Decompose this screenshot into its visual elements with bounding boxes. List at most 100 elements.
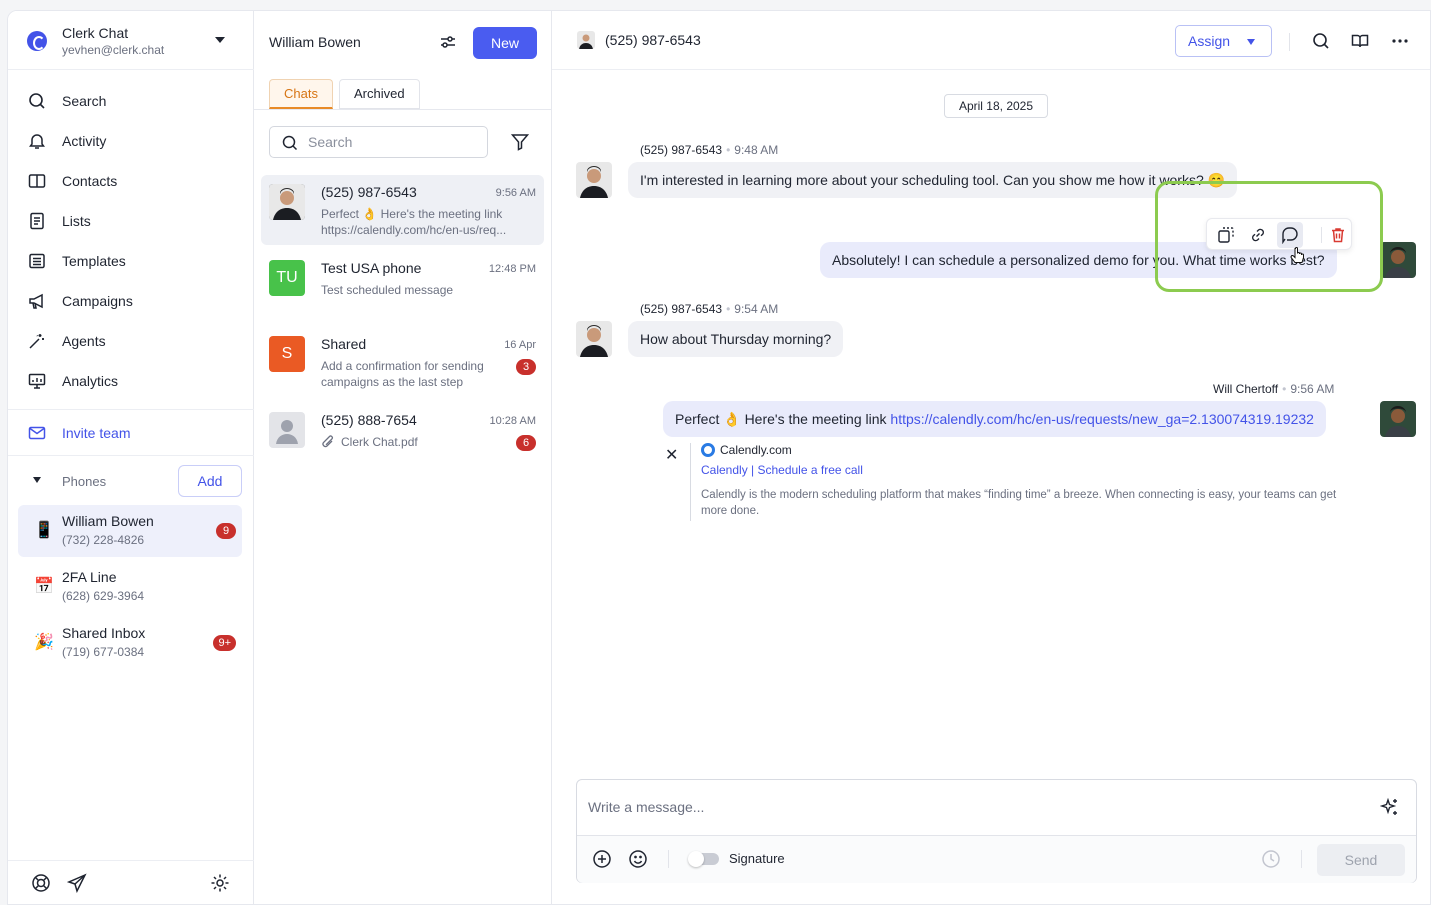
template-icon	[28, 252, 46, 270]
caret-down-icon[interactable]	[215, 37, 225, 43]
add-phone-button[interactable]: Add	[178, 465, 242, 497]
invite-team-link[interactable]: Invite team	[8, 413, 254, 453]
message-time: 9:48 AM	[734, 143, 779, 157]
nav-label: Lists	[62, 213, 91, 229]
search-icon	[28, 92, 46, 110]
new-conversation-button[interactable]: New	[473, 27, 537, 59]
sidebar-divider	[8, 409, 254, 410]
nav-analytics[interactable]: Analytics	[8, 361, 254, 401]
conversation-preview: Test scheduled message	[321, 283, 454, 297]
book-icon[interactable]	[1351, 32, 1369, 50]
unread-badge: 3	[516, 359, 536, 375]
conversation-item[interactable]: TU Test USA phone 12:48 PM Test schedule…	[261, 251, 544, 321]
message-composer: Signature Send	[576, 779, 1417, 883]
pointer-cursor-icon	[1290, 247, 1306, 268]
link-preview: ✕ Calendly.com Calendly | Schedule a fre…	[665, 443, 1370, 523]
preview-title[interactable]: Calendly | Schedule a free call	[701, 463, 863, 477]
default-avatar-icon	[269, 412, 305, 448]
conversation-name: (525) 987-6543	[321, 184, 417, 200]
phones-section-header: Phones Add	[8, 465, 254, 497]
composer-toolbar: Signature Send	[577, 836, 1416, 883]
contact-avatar: S	[269, 336, 305, 372]
sender-name: (525) 987-6543	[640, 302, 723, 316]
agent-avatar	[1380, 242, 1416, 278]
nav-activity[interactable]: Activity	[8, 121, 254, 161]
sender-name: (525) 987-6543	[640, 143, 723, 157]
message-time: 9:56 AM	[1290, 382, 1335, 396]
conversation-item[interactable]: (525) 888-7654 10:28 AM Clerk Chat.pdf 6	[261, 403, 544, 473]
site-favicon-icon	[701, 443, 715, 457]
signature-label: Signature	[729, 851, 785, 866]
contact-avatar	[577, 31, 595, 49]
phone-item-shared-inbox[interactable]: 🎉 Shared Inbox (719) 677-0384 9+	[18, 617, 242, 669]
attachment-name: Clerk Chat.pdf	[341, 435, 418, 449]
filter-icon[interactable]	[510, 133, 530, 151]
phone-name: William Bowen	[62, 513, 154, 529]
tab-chats[interactable]: Chats	[269, 79, 333, 109]
conversation-preview: Clerk Chat.pdf	[321, 434, 521, 450]
mobile-phone-icon: 📱	[34, 522, 54, 539]
emoji-icon[interactable]	[628, 849, 648, 869]
search-icon[interactable]	[1312, 32, 1330, 50]
phone-number: (719) 677-0384	[62, 645, 145, 659]
conversation-preview: Add a confirmation for sending campaigns…	[321, 359, 484, 389]
list-icon	[28, 212, 46, 230]
workspace-name: Clerk Chat	[62, 25, 129, 41]
nav-agents[interactable]: Agents	[8, 321, 254, 361]
tab-archived[interactable]: Archived	[338, 79, 420, 109]
nav-label: Agents	[62, 333, 106, 349]
message-input[interactable]	[588, 796, 1348, 818]
preview-site: Calendly.com	[701, 443, 792, 457]
bell-icon	[28, 132, 46, 150]
send-button[interactable]: Send	[1317, 844, 1405, 876]
nav-label: Campaigns	[62, 293, 133, 309]
conversation-time: 10:28 AM	[489, 415, 536, 427]
conversation-time: 9:56 AM	[495, 187, 536, 199]
search-box	[269, 126, 488, 158]
support-icon[interactable]	[31, 873, 51, 893]
conversation-preview: Perfect 👌 Here's the meeting link https:…	[321, 207, 507, 237]
caret-down-icon[interactable]	[33, 477, 41, 483]
contact-avatar	[576, 321, 612, 357]
search-input[interactable]	[308, 132, 478, 152]
list-tabs: Chats Archived	[269, 79, 426, 109]
conversation-list-panel: William Bowen New Chats Archived (525) 9…	[254, 11, 552, 904]
conversation-item[interactable]: (525) 987-6543 9:56 AM Perfect 👌 Here's …	[261, 175, 544, 245]
conversation-time: 12:48 PM	[488, 263, 536, 275]
focus-highlight	[1155, 181, 1383, 292]
unread-badge: 9+	[213, 635, 236, 651]
signature-toggle[interactable]	[688, 851, 719, 867]
nav-contacts[interactable]: Contacts	[8, 161, 254, 201]
contact-avatar: TU	[269, 260, 305, 296]
assign-button[interactable]: Assign	[1175, 25, 1272, 57]
nav-label: Templates	[62, 253, 126, 269]
message-meta: Will Chertoff • 9:56 AM	[1213, 382, 1335, 396]
nav-campaigns[interactable]: Campaigns	[8, 281, 254, 321]
schedule-clock-icon[interactable]	[1261, 849, 1281, 869]
sidebar: Clerk Chat yevhen@clerk.chat Search Acti…	[8, 11, 254, 904]
send-icon[interactable]	[66, 873, 87, 894]
message-text: Perfect 👌 Here's the meeting link	[675, 411, 891, 427]
workspace-switcher[interactable]: Clerk Chat yevhen@clerk.chat	[8, 11, 254, 70]
message-time: 9:54 AM	[734, 302, 779, 316]
date-separator: April 18, 2025	[944, 94, 1048, 118]
phone-item-2fa-line[interactable]: 📅 2FA Line (628) 629-3964	[18, 561, 242, 613]
close-icon[interactable]: ✕	[665, 445, 678, 465]
phone-item-william-bowen[interactable]: 📱 William Bowen (732) 228-4826 9	[18, 505, 242, 557]
nav-search[interactable]: Search	[8, 81, 254, 121]
calendar-icon: 📅	[34, 578, 54, 595]
conversation-item[interactable]: S Shared 16 Apr Add a confirmation for s…	[261, 327, 544, 397]
nav-lists[interactable]: Lists	[8, 201, 254, 241]
message-link[interactable]: https://calendly.com/hc/en-us/requests/n…	[890, 411, 1314, 427]
ai-sparkle-icon[interactable]	[1379, 797, 1400, 820]
sliders-icon[interactable]	[439, 33, 457, 51]
sidebar-divider	[8, 455, 254, 456]
nav-templates[interactable]: Templates	[8, 241, 254, 281]
gear-icon[interactable]	[210, 873, 230, 893]
conversation-time: 16 Apr	[504, 339, 536, 351]
paperclip-icon	[321, 435, 335, 453]
more-icon[interactable]	[1391, 32, 1409, 50]
list-title: William Bowen	[269, 34, 361, 50]
nav-label: Activity	[62, 133, 107, 149]
add-icon[interactable]	[592, 849, 612, 869]
